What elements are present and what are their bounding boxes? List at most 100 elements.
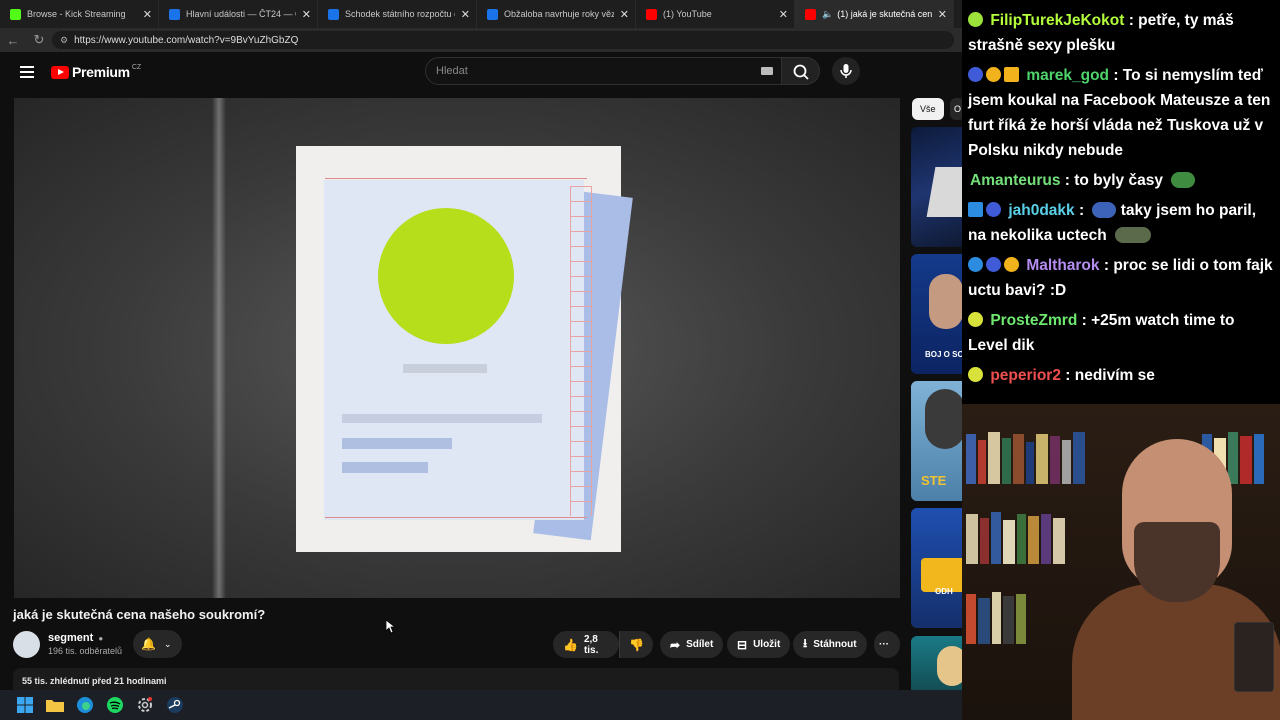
site-info-icon[interactable]: ⚙: [60, 35, 68, 46]
recommended-thumbnail[interactable]: [911, 127, 962, 247]
tab-youtube[interactable]: (1) YouTube ✕: [636, 0, 795, 28]
thumbnail-caption: ODH: [935, 587, 953, 596]
share-label: Sdílet: [686, 639, 714, 650]
mouse-cursor-icon: [386, 620, 396, 634]
chip-all[interactable]: Vše: [912, 98, 944, 120]
chat-badge-icon: [1004, 257, 1019, 272]
windows-start-icon[interactable]: [10, 690, 40, 720]
youtube-logo[interactable]: Premium CZ: [51, 64, 141, 80]
verified-icon: ●: [98, 634, 104, 643]
tab-title: Hlavní události — ČT24 — Česká t: [186, 9, 296, 19]
chat-username: jah0dakk: [1008, 202, 1075, 219]
close-tab-icon[interactable]: ✕: [779, 8, 788, 21]
country-code: CZ: [131, 63, 142, 71]
tab-title: Obžaloba navrhuje roky vězení pr: [504, 9, 614, 19]
video-doc-grid: [570, 186, 592, 516]
close-tab-icon[interactable]: ✕: [143, 8, 152, 21]
tab-title: Browse - Kick Streaming: [27, 9, 126, 19]
like-button[interactable]: 👍 2,8 tis.: [553, 631, 619, 658]
dislike-button[interactable]: 👎: [619, 631, 653, 658]
file-explorer-icon[interactable]: [40, 690, 70, 720]
recommended-thumbnail[interactable]: [911, 636, 962, 690]
bookshelf-row: [962, 504, 1122, 564]
stream-chat: FilipTurekJeKokot : petře, ty máš strašn…: [962, 0, 1280, 404]
screen: Browse - Kick Streaming ✕ Hlavní událost…: [0, 0, 1280, 720]
thumbnail-caption: STE: [921, 473, 947, 488]
scratch-streak: [212, 98, 226, 598]
voice-search-button[interactable]: [832, 57, 860, 85]
tab-kick[interactable]: Browse - Kick Streaming ✕: [0, 0, 159, 28]
thumbs-up-icon: 👍: [563, 637, 578, 652]
crown-badge-icon: [1004, 67, 1019, 82]
url-text: https://www.youtube.com/watch?v=9BvYuZhG…: [74, 34, 299, 46]
speaker-icon[interactable]: 🔈: [822, 9, 833, 20]
menu-icon[interactable]: [20, 66, 34, 81]
reload-icon[interactable]: ↻: [26, 32, 52, 48]
share-button[interactable]: ➦ Sdílet: [660, 631, 724, 658]
steam-icon[interactable]: [160, 690, 190, 720]
edge-browser-icon[interactable]: [70, 690, 100, 720]
download-button[interactable]: ⭳ Stáhnout: [793, 631, 867, 658]
search-input[interactable]: Hledat: [425, 57, 782, 85]
save-button[interactable]: ⊟ Uložit: [727, 631, 791, 658]
recommended-thumbnail[interactable]: STE: [911, 381, 962, 501]
chat-separator: :: [1128, 12, 1139, 29]
close-tab-icon[interactable]: ✕: [620, 8, 629, 21]
tab-obzaloba[interactable]: Obžaloba navrhuje roky vězení pr ✕: [477, 0, 636, 28]
description-box[interactable]: 55 tis. zhlédnutí před 21 hodinami: [13, 668, 899, 690]
keyboard-icon[interactable]: [761, 67, 773, 75]
tab-schodek[interactable]: Schodek státního rozpočtu činil v ✕: [318, 0, 477, 28]
tank-emote-icon: [1115, 227, 1152, 243]
close-tab-icon[interactable]: ✕: [302, 8, 311, 21]
bookshelf-row: [962, 584, 1082, 644]
youtube-favicon-icon: [646, 8, 657, 20]
channel-name[interactable]: segment ●: [48, 632, 103, 644]
tab-youtube-video[interactable]: 🔈 (1) jaká je skutečná cena naše ✕: [795, 0, 954, 28]
close-tab-icon[interactable]: ✕: [938, 8, 947, 21]
chat-username: marek_god: [1026, 67, 1110, 84]
chat-badge-icon: [986, 257, 1001, 272]
share-icon: ➦: [670, 637, 681, 652]
drinking-glass: [1234, 622, 1274, 692]
back-icon[interactable]: ←: [0, 33, 26, 48]
chat-text: nedivím se: [1074, 367, 1155, 384]
url-field[interactable]: ⚙ https://www.youtube.com/watch?v=9BvYuZ…: [52, 31, 954, 49]
subscription-bell-button[interactable]: 🔔 ⌄: [133, 630, 182, 658]
video-doc-bar: [342, 462, 428, 473]
chat-username: ProsteZmrd: [990, 312, 1078, 329]
chat-badge-icon: [968, 67, 983, 82]
taskbar: [0, 690, 962, 720]
page-favicon-icon: [328, 8, 339, 20]
streamer-beard: [1134, 522, 1220, 602]
video-doc-bar: [342, 438, 452, 449]
chip-next[interactable]: O: [950, 98, 962, 120]
recommended-thumbnail[interactable]: ODH: [911, 508, 962, 628]
recommended-thumbnail[interactable]: BOJ O SCH: [911, 254, 962, 374]
tab-ct24[interactable]: Hlavní události — ČT24 — Česká t ✕: [159, 0, 318, 28]
chat-badge-icon: [968, 12, 983, 27]
channel-name-text: segment: [48, 632, 94, 644]
close-tab-icon[interactable]: ✕: [461, 8, 470, 21]
download-icon: ⭳: [803, 636, 808, 650]
chat-badge-icon: [968, 257, 983, 272]
spotify-icon[interactable]: [100, 690, 130, 720]
avatar[interactable]: [13, 631, 40, 658]
search-button[interactable]: [782, 57, 820, 85]
search-icon: [793, 64, 809, 80]
more-actions-button[interactable]: ···: [874, 631, 900, 658]
download-label: Stáhnout: [813, 639, 857, 650]
chat-message: Amanteurus : to byly časy: [968, 168, 1274, 193]
settings-icon[interactable]: [130, 690, 160, 720]
chat-username: Maltharok: [1026, 257, 1100, 274]
chat-username: peperior2: [990, 367, 1061, 384]
chat-separator: :: [1065, 367, 1075, 384]
chat-message: Maltharok : proc se lidi o tom fajk uctu…: [968, 253, 1274, 303]
chat-badge-icon: [968, 367, 983, 382]
page-favicon-icon: [487, 8, 498, 20]
video-player[interactable]: [14, 98, 900, 598]
chat-separator: :: [1103, 257, 1114, 274]
view-count-and-date: 55 tis. zhlédnutí před 21 hodinami: [22, 676, 167, 686]
microphone-icon: [840, 64, 852, 78]
youtube-header: Premium CZ Hledat: [0, 52, 962, 92]
video-green-circle: [378, 208, 514, 344]
